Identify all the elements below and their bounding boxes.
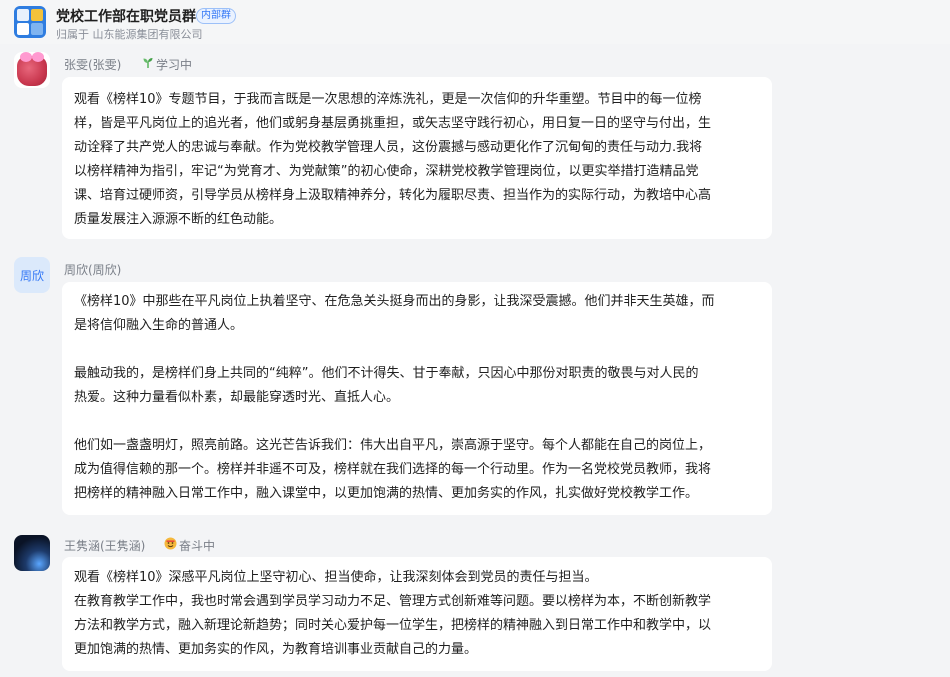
sender-name[interactable]: 周欣(周欣) <box>64 261 121 278</box>
message-bubble[interactable]: 观看《榜样10》深感平凡岗位上坚守初心、担当使命，让我深刻体会到党员的责任与担当… <box>62 557 772 671</box>
grin-icon <box>164 537 177 553</box>
message-line: 课、培育过硬师资，引导学员从榜样身上汲取精神养分，转化为履职尽责、担当作为的实际… <box>74 188 712 203</box>
message-line: 观看《榜样10》深感平凡岗位上坚守初心、担当使命，让我深刻体会到党员的责任与担当… <box>74 570 598 585</box>
message-line: 方法和教学方式，融入新理论新趋势；同时关心爱护每一位学生，把榜样的精神融入到日常… <box>74 618 712 633</box>
message-line: 把榜样的精神融入日常工作中，融入课堂中，以更加饱满的热情、更加务实的作风，扎实做… <box>74 486 699 501</box>
user-status-text: 奋斗中 <box>179 539 216 553</box>
message-line: 热爱。这种力量看似朴素，却最能穿透时光、直抵人心。 <box>74 390 400 405</box>
message-line: 以榜样精神为指引，牢记“为党育才、为党献策”的初心使命，深耕党校教学管理岗位，以… <box>74 164 699 179</box>
group-organization: 归属于 山东能源集团有限公司 <box>56 28 203 41</box>
message-line: 成为值得信赖的那一个。榜样并非遥不可及，榜样就在我们选择的每一个行动里。作为一名… <box>74 462 712 477</box>
message-line: 观看《榜样10》专题节目，于我而言既是一次思想的淬炼洗礼，更是一次信仰的升华重塑… <box>74 92 702 107</box>
user-status: 奋斗中 <box>164 537 215 554</box>
internal-group-badge: 内部群 <box>196 8 236 24</box>
message-line: 《榜样10》中那些在平凡岗位上执着坚守、在危急关头挺身而出的身影，让我深受震撼。… <box>74 294 715 309</box>
message-line: 是将信仰融入生命的普通人。 <box>74 318 244 333</box>
user-status: 学习中 <box>142 56 192 73</box>
message-line: 动诠释了共产党人的忠诚与奉献。作为党校教学管理人员，这份震撼与感动更化作了沉甸甸… <box>74 140 703 155</box>
message-line: 更加饱满的热情、更加务实的作风，为教育培训事业贡献自己的力量。 <box>74 642 478 657</box>
message-line: 最触动我的，是榜样们身上共同的“纯粹”。他们不计得失、甘于奉献，只因心中那份对职… <box>74 366 699 381</box>
user-status-text: 学习中 <box>156 58 193 72</box>
avatar[interactable] <box>14 52 50 88</box>
avatar-text: 周欣 <box>19 268 44 283</box>
avatar[interactable]: 周欣 <box>14 257 50 293</box>
avatar[interactable] <box>14 535 50 571</box>
sender-name[interactable]: 张雯(张雯) <box>64 56 121 73</box>
message-line: 样，皆是平凡岗位上的追光者，他们或躬身基层勇挑重担，或矢志坚守践行初心，用日复一… <box>74 116 712 131</box>
seedling-icon <box>142 57 154 72</box>
message-line: 质量发展注入源源不断的红色动能。 <box>74 212 283 227</box>
message-line: 在教育教学工作中，我也时常会遇到学员学习动力不足、管理方式创新难等问题。要以榜样… <box>74 594 712 609</box>
message-bubble[interactable]: 《榜样10》中那些在平凡岗位上执着坚守、在危急关头挺身而出的身影，让我深受震撼。… <box>62 282 772 515</box>
sender-name[interactable]: 王隽涵(王隽涵) <box>64 537 145 554</box>
message-line: 他们如一盏盏明灯，照亮前路。这光芒告诉我们：伟大出自平凡，崇高源于坚守。每个人都… <box>74 438 712 453</box>
chat-header: 党校工作部在职党员群 内部群 归属于 山东能源集团有限公司 <box>0 0 950 44</box>
group-name[interactable]: 党校工作部在职党员群 <box>56 6 196 26</box>
group-avatar[interactable] <box>14 6 46 38</box>
message-bubble[interactable]: 观看《榜样10》专题节目，于我而言既是一次思想的淬炼洗礼，更是一次信仰的升华重塑… <box>62 77 772 239</box>
